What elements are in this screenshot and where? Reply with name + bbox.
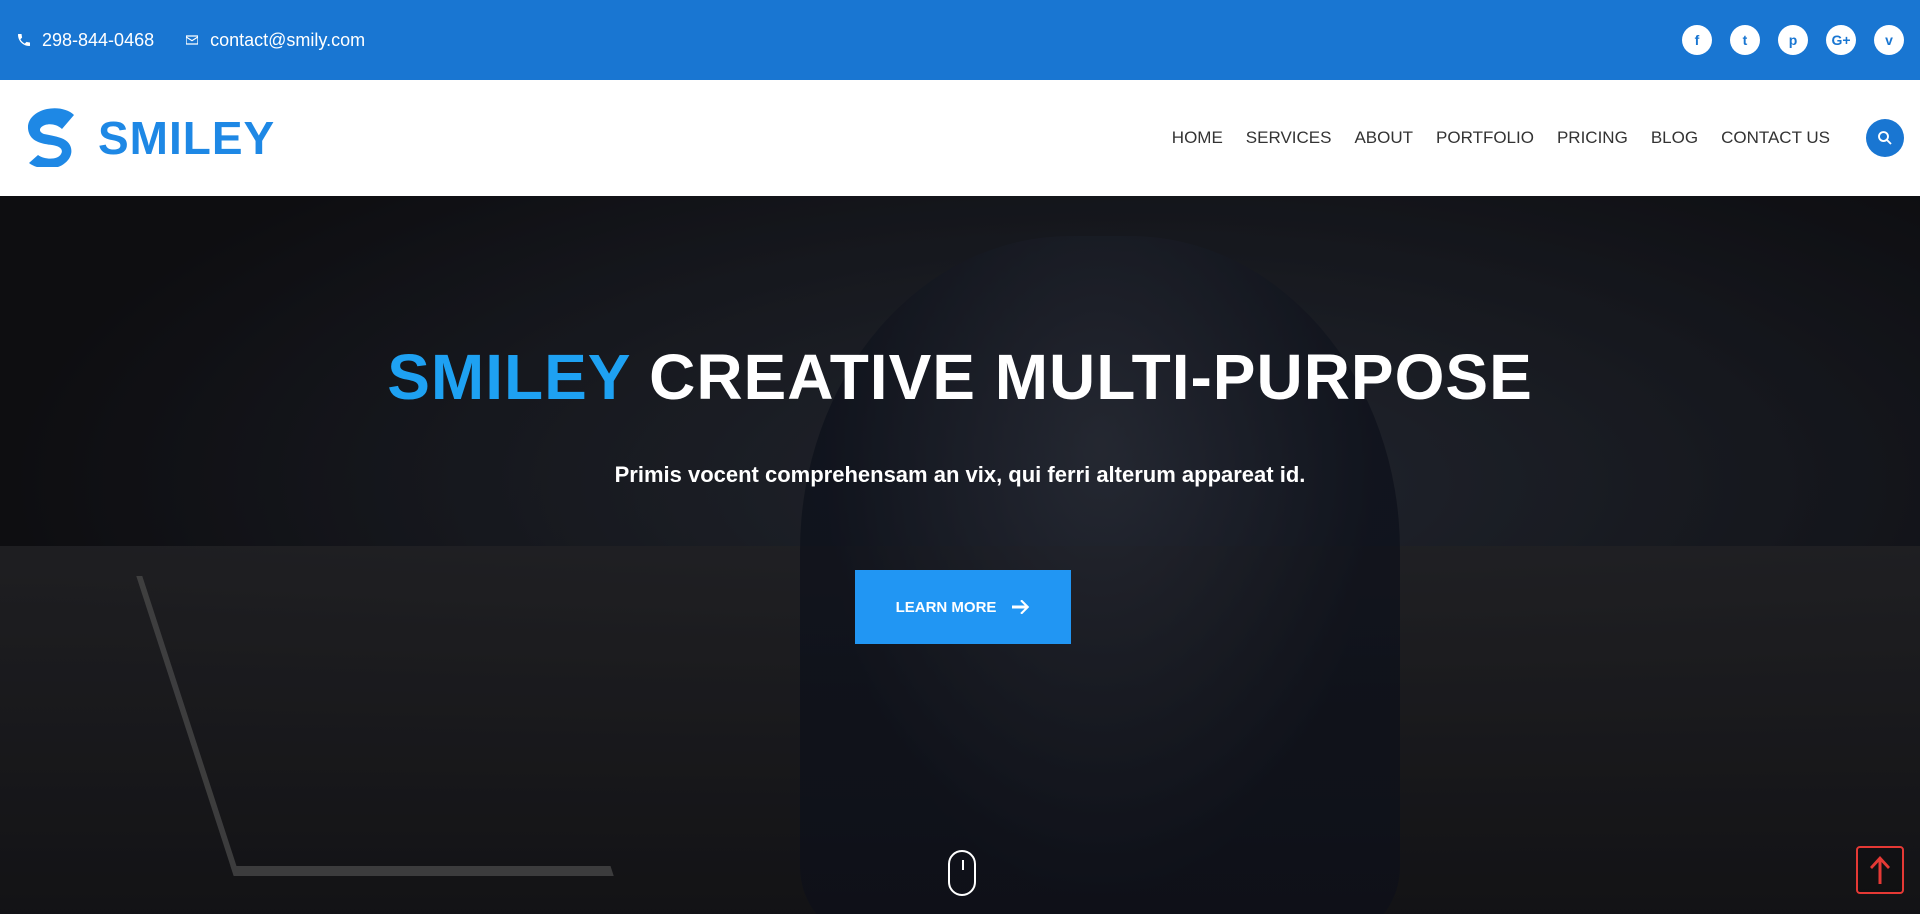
phone-contact[interactable]: 298-844-0468	[16, 30, 154, 51]
nav-blog[interactable]: BLOG	[1651, 128, 1698, 148]
main-nav: HOME SERVICES ABOUT PORTFOLIO PRICING BL…	[1172, 128, 1830, 148]
vimeo-icon[interactable]: v	[1874, 25, 1904, 55]
twitter-icon[interactable]: t	[1730, 25, 1760, 55]
facebook-icon[interactable]: f	[1682, 25, 1712, 55]
nav-portfolio[interactable]: PORTFOLIO	[1436, 128, 1534, 148]
phone-number: 298-844-0468	[42, 29, 155, 50]
site-header: SMILEY HOME SERVICES ABOUT PORTFOLIO PRI…	[0, 80, 1920, 196]
nav-home[interactable]: HOME	[1172, 128, 1223, 148]
hero-section: SMILEY CREATIVE MULTI-PURPOSE Primis voc…	[0, 196, 1920, 914]
search-icon	[1878, 131, 1892, 145]
contact-info: 298-844-0468 contact@smily.com	[16, 30, 365, 51]
phone-icon	[18, 34, 30, 46]
nav-pricing[interactable]: PRICING	[1557, 128, 1628, 148]
hero-title-accent: SMILEY	[387, 341, 631, 413]
arrow-right-icon	[1012, 600, 1030, 614]
nav-about[interactable]: ABOUT	[1354, 128, 1413, 148]
arrow-up-icon	[1870, 856, 1890, 884]
hero-subtitle: Primis vocent comprehensam an vix, qui f…	[614, 462, 1306, 487]
learn-more-button[interactable]: LEARN MORE	[855, 570, 1071, 644]
top-bar: 298-844-0468 contact@smily.com f t p G+ …	[0, 0, 1920, 80]
google-plus-icon[interactable]: G+	[1826, 25, 1856, 55]
scroll-mouse-icon[interactable]	[948, 850, 976, 896]
logo-s-icon	[16, 105, 86, 172]
search-button[interactable]	[1866, 119, 1904, 157]
brand-logo[interactable]: SMILEY	[16, 105, 275, 172]
nav-services[interactable]: SERVICES	[1246, 128, 1332, 148]
hero-content: SMILEY CREATIVE MULTI-PURPOSE Primis voc…	[0, 196, 1920, 914]
nav-contact-us[interactable]: CONTACT US	[1721, 128, 1830, 148]
pinterest-icon[interactable]: p	[1778, 25, 1808, 55]
social-links: f t p G+ v	[1682, 25, 1904, 55]
brand-name: SMILEY	[98, 112, 276, 164]
email-contact[interactable]: contact@smily.com	[184, 30, 365, 51]
email-address: contact@smily.com	[210, 29, 366, 50]
email-icon	[186, 35, 199, 45]
hero-title-rest: CREATIVE MULTI-PURPOSE	[649, 341, 1533, 413]
hero-title: SMILEY CREATIVE MULTI-PURPOSE	[0, 340, 1920, 414]
learn-more-label: LEARN MORE	[895, 598, 997, 616]
back-to-top-button[interactable]	[1856, 846, 1904, 894]
